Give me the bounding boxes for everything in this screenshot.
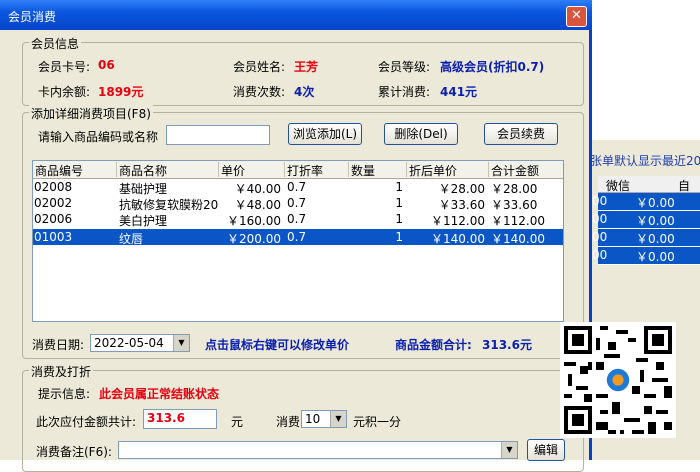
consume-date-picker[interactable]: 2022-05-04 ▼ xyxy=(90,334,190,352)
items-group-title: 添加详细消费项目(F8) xyxy=(29,105,153,122)
count-value: 4次 xyxy=(294,85,315,99)
level-label: 会员等级: xyxy=(378,60,431,74)
prompt-value: 此会员属正常结账状态 xyxy=(99,387,220,401)
table-row[interactable]: 02006 美白护理 ￥160.00 0.7 1 ￥112.00 ￥112.00 xyxy=(33,211,563,228)
column-header[interactable]: 数量 xyxy=(349,162,407,178)
name-label: 会员姓名: xyxy=(233,60,286,74)
background-table-row[interactable]: 00 ￥0.00 xyxy=(592,229,700,247)
edit-button[interactable]: 编辑 xyxy=(527,439,565,461)
payment-group-title: 消费及打折 xyxy=(29,363,94,380)
total-value: 441元 xyxy=(440,85,478,99)
points-rate-select[interactable]: 10 ▼ xyxy=(301,410,347,428)
points-label: 消费 xyxy=(276,415,301,429)
product-search-input[interactable] xyxy=(166,125,270,145)
items-table[interactable]: 商品编号 商品名称 单价 打折率 数量 折后单价 合计金额 02008 基础护理… xyxy=(32,160,564,322)
column-header[interactable]: 打折率 xyxy=(285,162,349,178)
amount-due-input[interactable]: 313.6 xyxy=(143,409,217,429)
title-bar[interactable]: 会员消费 ✕ xyxy=(0,0,592,30)
chevron-down-icon[interactable]: ▼ xyxy=(330,411,346,427)
background-table-row[interactable]: 00 ￥0.00 xyxy=(592,247,700,265)
window-title: 会员消费 xyxy=(8,10,57,24)
amount-due-label: 此次应付金额共计: xyxy=(36,415,137,429)
browse-add-button[interactable]: 浏览添加(L) xyxy=(288,123,362,145)
column-header[interactable]: 合计金额 xyxy=(489,162,563,178)
prompt-label: 提示信息: xyxy=(38,387,91,401)
total-label: 累计消费: xyxy=(378,85,431,99)
product-search-label: 请输入商品编码或名称 xyxy=(38,130,159,144)
card-label: 会员卡号: xyxy=(38,60,91,74)
balance-label: 卡内余额: xyxy=(38,85,91,99)
points-suffix: 元积一分 xyxy=(353,415,402,429)
table-row[interactable]: 02002 抗敏修复软膜粉200 ￥48.00 0.7 1 ￥33.60 ￥33… xyxy=(33,195,563,212)
note-input[interactable]: ▼ xyxy=(118,441,518,459)
amount-due-unit: 元 xyxy=(231,415,244,429)
column-header[interactable]: 商品名称 xyxy=(117,162,219,178)
column-header[interactable]: 商品编号 xyxy=(33,162,117,178)
goods-sum-label: 商品金额合计: xyxy=(395,338,472,352)
note-label: 消费备注(F6): xyxy=(36,445,112,459)
column-header[interactable]: 折后单价 xyxy=(407,162,489,178)
background-col-wechat: 微信 xyxy=(606,179,631,193)
background-window-text: 张单默认显示最近200 xyxy=(590,154,700,168)
chevron-down-icon[interactable]: ▼ xyxy=(501,442,517,458)
background-table-row[interactable]: 00 ￥0.00 xyxy=(592,211,700,229)
qr-code-image xyxy=(560,322,676,438)
background-table-header: 微信 自定 xyxy=(598,176,700,210)
items-table-header: 商品编号 商品名称 单价 打折率 数量 折后单价 合计金额 xyxy=(33,161,563,179)
goods-sum-value: 313.6元 xyxy=(482,338,532,352)
delete-button[interactable]: 删除(Del) xyxy=(384,123,458,145)
close-icon: ✕ xyxy=(571,8,582,23)
column-header[interactable]: 单价 xyxy=(219,162,285,178)
member-consume-window: 会员消费 ✕ 会员信息 会员卡号: 06 会员姓名: 王芳 会员等级: 高级会员… xyxy=(0,0,592,472)
close-button[interactable]: ✕ xyxy=(566,6,587,27)
consume-date-label: 消费日期: xyxy=(32,338,85,352)
table-row-selected[interactable]: 01003 纹唇 ￥200.00 0.7 1 ￥140.00 ￥140.00 xyxy=(33,229,563,246)
background-table-row[interactable]: 00 ￥0.00 xyxy=(592,193,700,211)
member-info-title: 会员信息 xyxy=(29,35,82,52)
chevron-down-icon[interactable]: ▼ xyxy=(173,335,189,351)
balance-value: 1899元 xyxy=(98,85,144,99)
member-renew-button[interactable]: 会员续费 xyxy=(484,123,558,145)
count-label: 消费次数: xyxy=(233,85,286,99)
name-value: 王芳 xyxy=(294,60,319,74)
table-row[interactable]: 02008 基础护理 ￥40.00 0.7 1 ￥28.00 ￥28.00 xyxy=(33,179,563,196)
card-value: 06 xyxy=(98,58,115,72)
right-click-hint: 点击鼠标右键可以修改单价 xyxy=(205,338,350,352)
level-value: 高级会员(折扣0.7) xyxy=(440,60,545,74)
